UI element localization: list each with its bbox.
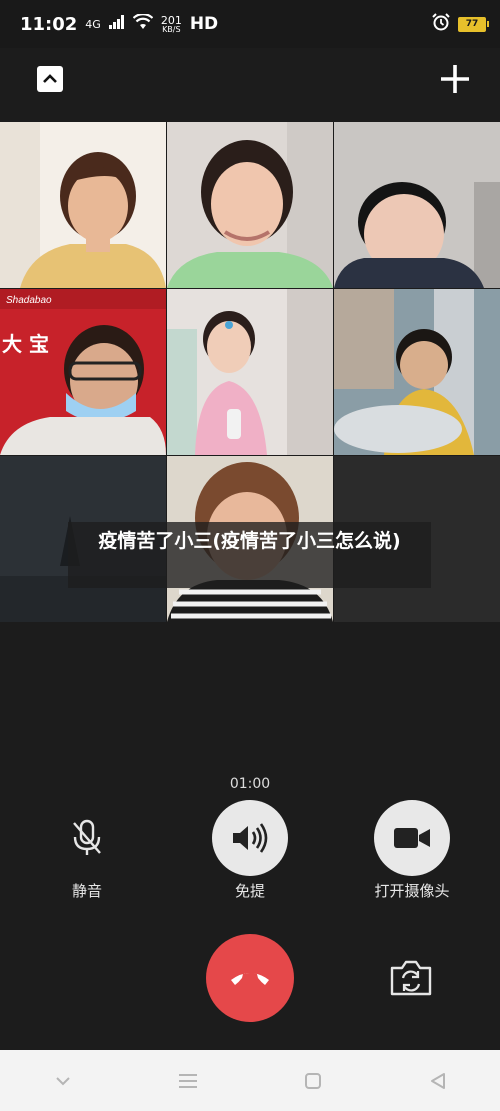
switch-camera-button[interactable] <box>388 956 434 1000</box>
mute-label: 静音 <box>71 882 102 900</box>
video-camera-icon <box>394 828 430 848</box>
switch-camera-icon <box>390 960 432 996</box>
home-square-icon <box>304 1072 321 1089</box>
system-nav-bar <box>0 1050 500 1111</box>
mute-control[interactable]: 静音 <box>27 800 147 901</box>
participant-video-6[interactable] <box>334 289 500 455</box>
participant-video-4[interactable]: Shadabao 大 宝 <box>0 289 166 455</box>
alarm-icon <box>432 12 450 36</box>
participant-video-1[interactable] <box>0 122 166 288</box>
status-bar: 11:02 4G 201 KB/S HD 77 <box>0 0 500 48</box>
hang-up-button[interactable] <box>206 934 294 1022</box>
speaker-label: 免提 <box>234 882 265 900</box>
participant-video-2[interactable] <box>167 122 333 288</box>
call-top-bar <box>0 48 500 122</box>
data-rate-value: 201 <box>160 13 182 27</box>
plus-icon <box>441 65 469 93</box>
svg-text:大 宝: 大 宝 <box>2 332 49 356</box>
battery-icon: 77 <box>458 16 489 32</box>
nav-back-button[interactable] <box>423 1066 453 1096</box>
camera-button[interactable] <box>374 800 450 876</box>
data-rate-unit: KB/S <box>162 24 181 34</box>
nav-collapse-button[interactable] <box>48 1066 78 1096</box>
call-timer: 01:00 <box>229 776 271 792</box>
speaker-button[interactable] <box>212 800 288 876</box>
chevron-down-icon <box>55 1076 70 1085</box>
menu-icon <box>178 1073 197 1088</box>
add-participant-button[interactable] <box>436 60 474 98</box>
participant-video-3[interactable] <box>334 122 500 288</box>
hd-label: HD <box>189 14 219 34</box>
speaker-control[interactable]: 免提 <box>190 800 310 901</box>
camera-label: 打开摄像头 <box>374 882 450 900</box>
mute-button[interactable] <box>49 800 125 876</box>
camera-control[interactable]: 打开摄像头 <box>352 800 472 901</box>
minimize-button[interactable] <box>37 66 63 92</box>
overlay-title: 疫情苦了小三(疫情苦了小三怎么说) <box>68 522 431 588</box>
status-time: 11:02 <box>20 13 78 35</box>
nav-menu-button[interactable] <box>173 1066 203 1096</box>
network-indicator: 4G <box>85 19 101 30</box>
network-type: 4G <box>85 17 101 31</box>
svg-text:Shadabao: Shadabao <box>6 295 52 306</box>
wifi-icon <box>132 12 154 35</box>
participant-video-5[interactable] <box>167 289 333 455</box>
chevron-up-icon <box>43 74 57 83</box>
data-rate: 201 KB/S <box>161 15 182 34</box>
phone-hangup-icon <box>231 973 269 985</box>
back-triangle-icon <box>430 1072 445 1089</box>
nav-home-button[interactable] <box>298 1066 328 1096</box>
microphone-off-icon <box>73 819 101 855</box>
speaker-icon <box>233 823 268 853</box>
signal-icon <box>108 14 125 34</box>
